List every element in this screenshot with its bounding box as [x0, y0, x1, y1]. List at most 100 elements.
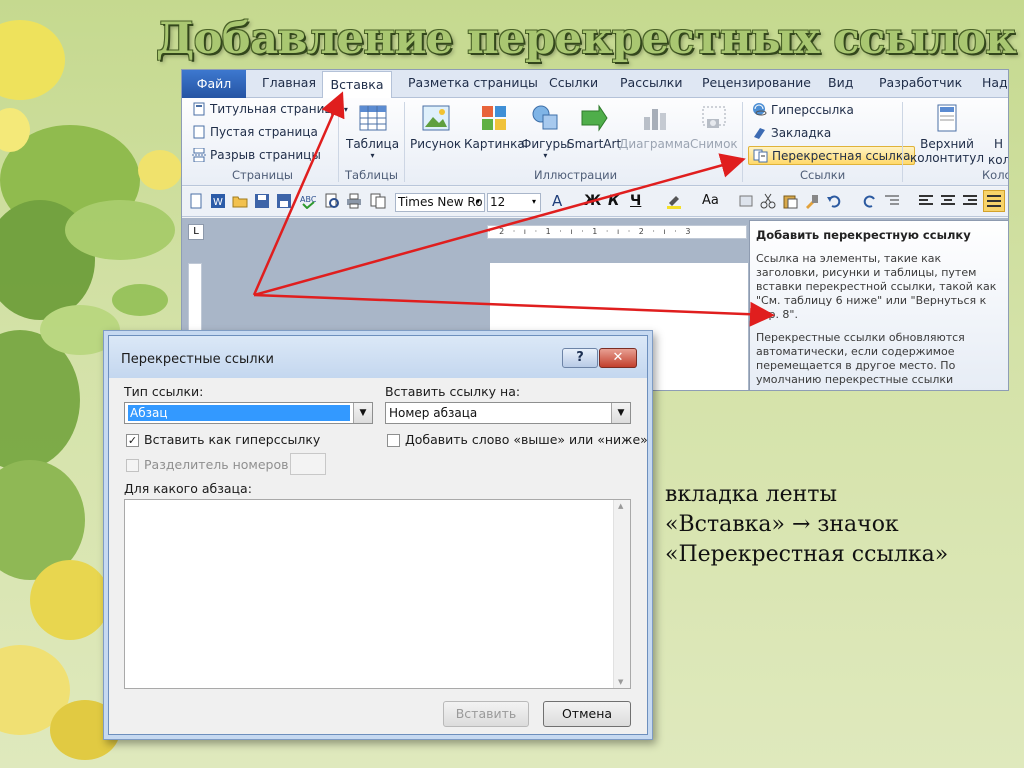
shapes-icon	[532, 105, 558, 130]
clipart-label: Картинка	[464, 137, 525, 151]
cross-reference-dialog: Перекрестные ссылки ? ✕ Тип ссылки: Абза…	[108, 335, 648, 735]
hyperlink-label: Гиперссылка	[771, 102, 854, 117]
caption-line-3: «Перекрестная ссылка»	[665, 542, 949, 567]
tab-references[interactable]: Ссылки	[549, 75, 598, 90]
insert-as-hyperlink-checkbox[interactable]: ✓	[126, 434, 139, 447]
dialog-body: Тип ссылки: Абзац ▼ Вставить ссылку на: …	[117, 378, 648, 728]
tab-insert[interactable]: Вставка	[322, 71, 392, 99]
new-document-icon[interactable]	[188, 193, 204, 209]
change-case-button[interactable]: Aa	[702, 193, 719, 208]
number-separator-label: Разделитель номеров	[144, 457, 289, 472]
caption-line-1: вкладка ленты	[665, 482, 837, 507]
clear-format-icon[interactable]	[738, 193, 754, 209]
align-center-icon[interactable]	[940, 193, 956, 209]
table-icon	[359, 105, 387, 131]
font-name-select[interactable]: Times New Ro	[395, 193, 485, 212]
undo-icon[interactable]	[826, 193, 842, 209]
table-label: Таблица	[346, 137, 400, 151]
svg-text:W: W	[213, 197, 223, 208]
scroll-up-icon[interactable]: ▲	[618, 502, 623, 510]
chart-icon	[643, 109, 666, 130]
blank-page-button[interactable]: Пустая страница	[192, 125, 318, 139]
print-preview-icon[interactable]	[324, 193, 340, 209]
cancel-button[interactable]: Отмена	[543, 701, 631, 727]
link-type-select[interactable]: Абзац ▼	[124, 402, 373, 424]
number-separator-input[interactable]	[290, 453, 326, 475]
bookmark-label: Закладка	[771, 125, 832, 140]
slide-title: Добавление перекрестных ссылок	[156, 14, 1016, 64]
page-break-button[interactable]: Разрыв страницы	[192, 148, 321, 162]
slide-caption: вкладка ленты «Вставка» → значок «Перекр…	[665, 480, 948, 570]
tab-developer[interactable]: Разработчик	[879, 75, 962, 90]
tables-group-label: Таблицы	[345, 168, 398, 182]
formatting-toolbar: W ABC Times New Ro ▾ 12 ▾ A Ж К Ч Aa	[182, 187, 1008, 217]
link-type-dropdown-icon[interactable]: ▼	[353, 403, 372, 423]
font-name-dropdown-icon[interactable]: ▾	[476, 197, 480, 206]
page-break-label: Разрыв страницы	[210, 148, 321, 162]
align-left-icon[interactable]	[918, 193, 934, 209]
clipart-button[interactable]: Картинка	[464, 102, 525, 151]
help-button[interactable]: ?	[562, 348, 598, 368]
screenshot-button[interactable]: Снимок	[690, 102, 738, 151]
cross-reference-button[interactable]: Перекрестная ссылка	[748, 146, 916, 165]
hyperlink-icon	[753, 103, 767, 116]
insert-reference-select[interactable]: Номер абзаца ▼	[385, 402, 631, 424]
listbox-scrollbar[interactable]: ▲ ▼	[613, 500, 630, 688]
cover-page-icon	[193, 102, 205, 116]
tab-selector[interactable]: L	[188, 224, 204, 240]
cross-reference-label: Перекрестная ссылка	[772, 148, 911, 163]
save-as-icon[interactable]	[276, 193, 292, 209]
tooltip-title: Добавить перекрестную ссылку	[756, 228, 971, 242]
brush-icon[interactable]	[804, 193, 820, 209]
print-icon[interactable]	[346, 193, 362, 209]
smartart-button[interactable]: SmartArt	[567, 102, 621, 151]
paragraph-listbox[interactable]: ▲ ▼	[124, 499, 631, 689]
tab-file[interactable]: Файл	[182, 70, 246, 98]
header-button[interactable]: Верхний колонтитул	[910, 102, 984, 165]
redo-icon[interactable]	[862, 193, 878, 209]
number-separator-checkbox[interactable]	[126, 459, 139, 472]
bookmark-button[interactable]: Закладка	[752, 125, 831, 140]
tab-view[interactable]: Вид	[828, 75, 853, 90]
tooltip-paragraph-2: Перекрестные ссылки обновляются автомати…	[756, 331, 965, 390]
underline-button[interactable]: Ч	[630, 193, 641, 209]
hyperlink-button[interactable]: Гиперссылка	[752, 102, 854, 117]
cover-page-label: Титульная страница	[210, 102, 340, 116]
word-icon[interactable]: W	[210, 193, 226, 209]
paste-icon[interactable]	[782, 193, 798, 209]
shapes-label: Фигуры	[521, 137, 570, 151]
footer-button-cut[interactable]: Н	[994, 137, 1003, 151]
above-below-checkbox[interactable]	[387, 434, 400, 447]
picture-button[interactable]: Рисунок	[410, 102, 461, 151]
open-folder-icon[interactable]	[232, 193, 248, 209]
highlight-icon[interactable]	[666, 193, 682, 209]
close-button[interactable]: ✕	[599, 348, 637, 368]
bold-button[interactable]: Ж	[584, 193, 601, 209]
spellcheck-icon[interactable]: ABC	[300, 193, 316, 209]
chart-button[interactable]: Диаграмма	[619, 102, 690, 151]
bookmark-icon	[754, 128, 765, 139]
tab-review[interactable]: Рецензирование	[702, 75, 811, 90]
link-type-label: Тип ссылки:	[124, 384, 204, 399]
insert-reference-dropdown-icon[interactable]: ▼	[611, 403, 630, 423]
tab-mailings[interactable]: Рассылки	[620, 75, 682, 90]
insert-button[interactable]: Вставить	[443, 701, 529, 727]
shapes-button[interactable]: Фигуры ▾	[521, 102, 570, 160]
justify-button[interactable]	[983, 190, 1005, 212]
table-button[interactable]: Таблица ▾	[346, 102, 399, 160]
indent-icon[interactable]	[884, 193, 900, 209]
tab-page-layout[interactable]: Разметка страницы	[408, 75, 538, 90]
chart-label: Диаграмма	[619, 137, 691, 151]
align-right-icon[interactable]	[962, 193, 978, 209]
cut-icon[interactable]	[760, 193, 776, 209]
ribbon-tab-bar: Файл Главная Вставка Разметка страницы С…	[182, 70, 1008, 99]
cover-page-button[interactable]: Титульная страница ▾	[192, 102, 348, 116]
save-icon[interactable]	[254, 193, 270, 209]
tab-addins[interactable]: Над	[982, 75, 1008, 90]
scroll-down-icon[interactable]: ▼	[618, 678, 623, 686]
font-size-dropdown-icon[interactable]: ▾	[532, 197, 536, 206]
format-painter-icon[interactable]	[370, 193, 386, 209]
grow-font-button[interactable]: A	[552, 192, 562, 210]
italic-button[interactable]: К	[608, 193, 619, 209]
tab-home[interactable]: Главная	[262, 75, 316, 90]
